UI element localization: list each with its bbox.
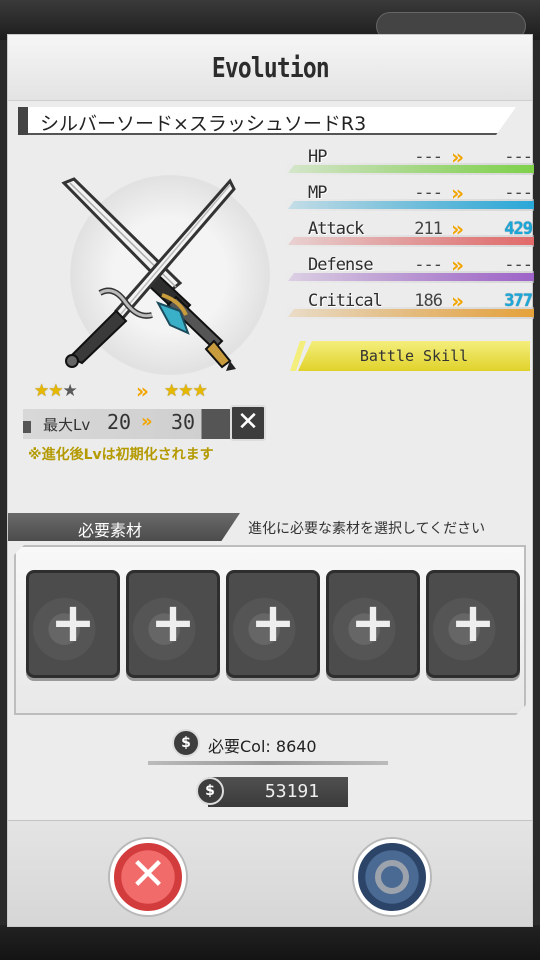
star-filled-icon: ★★ <box>34 381 64 401</box>
stat-before-value: --- <box>414 183 443 203</box>
dialog-footer <box>8 820 532 926</box>
close-icon: ✕ <box>129 849 167 900</box>
stat-after-value: --- <box>504 147 533 167</box>
level-reset-close-icon[interactable]: ✕ <box>230 405 266 441</box>
rarity-arrow-icon: » <box>136 379 149 403</box>
stat-arrow-icon: » <box>451 289 464 313</box>
stat-after-value: --- <box>504 255 533 275</box>
max-level-after: 30 <box>171 410 196 434</box>
material-slot-4[interactable]: + <box>326 570 420 678</box>
materials-header: 必要素材 進化に必要な素材を選択してください <box>8 513 532 541</box>
material-slot-2[interactable]: + <box>126 570 220 678</box>
required-col-label: 必要Col: 8640 <box>208 737 317 756</box>
star-filled-icon: ★★★ <box>164 381 208 401</box>
cancel-button[interactable]: ✕ <box>110 839 186 915</box>
stat-before-value: --- <box>414 147 443 167</box>
stat-name: Defense <box>308 255 374 275</box>
money-bag-icon: $ <box>172 729 200 757</box>
stat-arrow-icon: » <box>451 145 464 169</box>
circle-icon <box>375 860 409 894</box>
item-name: シルバーソード×スラッシュソードR3 <box>40 113 367 135</box>
stat-after-value: 377 <box>504 291 533 311</box>
dialog-header: Evolution <box>8 35 532 101</box>
weapon-image <box>30 165 270 375</box>
col-balance-value: 53191 <box>264 781 320 802</box>
evolution-dialog: Evolution シルバーソード×スラッシュソードR3 ★★★ » ★★★ 最… <box>7 34 534 927</box>
level-bar-tick <box>23 421 31 433</box>
rarity-after: ★★★ <box>164 381 208 401</box>
stat-arrow-icon: » <box>451 253 464 277</box>
stat-arrow-icon: » <box>451 181 464 205</box>
materials-hint: 進化に必要な素材を選択してください <box>248 521 486 537</box>
material-slot-5[interactable]: + <box>426 570 520 678</box>
materials-label-box: 必要素材 <box>8 513 240 541</box>
stat-before-value: 186 <box>414 291 443 311</box>
item-name-bar: シルバーソード×スラッシュソードR3 <box>18 107 516 135</box>
material-slot-3[interactable]: + <box>226 570 320 678</box>
materials-label: 必要素材 <box>78 521 143 540</box>
stat-before-value: 211 <box>414 219 443 239</box>
level-reset-note: ※進化後Lvは初期化されます <box>28 447 214 463</box>
stat-name: Critical <box>308 291 383 311</box>
max-level-before: 20 <box>107 410 132 434</box>
dialog-title: Evolution <box>211 51 329 84</box>
stat-after-value: --- <box>504 183 533 203</box>
stat-name: MP <box>308 183 328 203</box>
divider <box>148 761 388 765</box>
stat-row-critical: Critical 186 » 377 <box>278 289 534 319</box>
stat-after-value: 429 <box>504 219 533 239</box>
money-bag-icon: $ <box>196 777 224 805</box>
star-empty-icon: ★ <box>62 381 77 401</box>
rarity-before: ★★★ <box>34 381 78 401</box>
required-col: $ 必要Col: 8640 <box>172 729 402 759</box>
stat-arrow-icon: » <box>451 217 464 241</box>
stat-row-attack: Attack 211 » 429 <box>278 217 534 247</box>
background-footer <box>0 925 540 960</box>
stat-name: HP <box>308 147 328 167</box>
battle-skill-button[interactable]: Battle Skill <box>298 341 530 371</box>
max-level-bar: 最大Lv 20 » 30 <box>23 409 233 439</box>
confirm-button[interactable] <box>354 839 430 915</box>
col-balance: $ 53191 <box>196 777 348 807</box>
stat-row-defense: Defense --- » --- <box>278 253 534 283</box>
stat-row-mp: MP --- » --- <box>278 181 534 211</box>
stat-before-value: --- <box>414 255 443 275</box>
crossed-swords-icon <box>61 177 236 371</box>
stat-name: Attack <box>308 219 364 239</box>
stat-row-hp: HP --- » --- <box>278 145 534 175</box>
max-level-label: 最大Lv <box>43 416 91 434</box>
level-arrow-icon: » <box>141 411 153 432</box>
material-slot-1[interactable]: + <box>26 570 120 678</box>
